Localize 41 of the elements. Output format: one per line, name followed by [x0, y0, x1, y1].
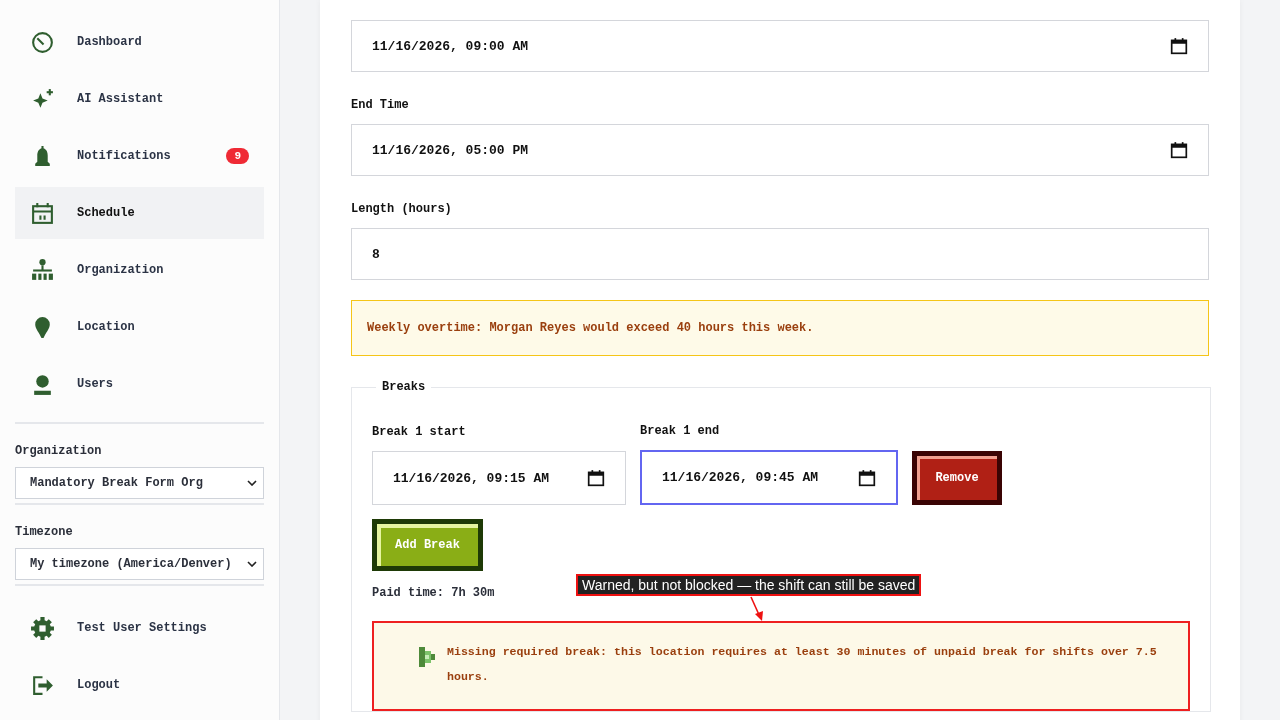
org-chart-icon	[30, 257, 55, 283]
nav-item[interactable]: Test User Settings	[15, 602, 264, 654]
nav-item[interactable]: Notifications 9	[15, 130, 264, 182]
nav-item[interactable]: Organization	[15, 244, 264, 296]
calendar-icon	[30, 200, 55, 226]
settings-icon	[30, 615, 55, 641]
nav-item[interactable]: Users	[15, 358, 264, 410]
field-label: Length (hours)	[351, 202, 453, 216]
calendar-icon	[1170, 141, 1188, 159]
dropdown-select[interactable]: Mandatory Break Form Org	[15, 467, 264, 499]
nav-item[interactable]: Location	[15, 301, 264, 353]
remove-button[interactable]: Remove	[912, 451, 1002, 505]
nav-item[interactable]: Schedule	[15, 187, 264, 239]
notification-count-badge: 9	[226, 148, 249, 164]
annotation-arrow	[749, 596, 765, 622]
number-field[interactable]: 8	[351, 228, 1209, 280]
nav-item[interactable]: Dashboard	[15, 16, 264, 68]
dropdown-select[interactable]: My timezone (America/Denver)	[15, 548, 264, 580]
field-label: End Time	[351, 98, 410, 112]
chevron-down-icon	[247, 480, 257, 486]
annotation-callout: Warned, but not blocked — the shift can still be saved	[576, 574, 922, 596]
paid-time-text: Paid time: 7h 30m	[372, 586, 495, 600]
nav-item[interactable]: Logout	[15, 659, 264, 711]
flag-icon	[417, 645, 437, 669]
warning-message: Missing required break: this location requires at least 30 minutes of unpaid break for shifts over 7.5 hours.	[447, 644, 1158, 685]
select-label: Organization	[15, 444, 103, 458]
field-label: Break 1 end	[640, 424, 721, 438]
field-label: Break 1 start	[372, 425, 467, 439]
calendar-icon	[858, 468, 876, 487]
breaks-legend: Breaks	[376, 380, 432, 394]
chevron-down-icon	[247, 561, 257, 567]
date-time-field[interactable]: 11/16/2026, 09:45 AM	[640, 450, 898, 505]
calendar-icon	[587, 469, 605, 487]
date-time-field[interactable]: 11/16/2026, 09:00 AM	[351, 20, 1209, 72]
date-time-field[interactable]: 11/16/2026, 05:00 PM	[351, 124, 1209, 176]
select-label: Timezone	[15, 525, 74, 539]
gauge-icon	[30, 29, 55, 55]
overtime-warning: Weekly overtime: Morgan Reyes would exceed 40 hours this week.	[351, 300, 1209, 356]
calendar-icon	[1170, 37, 1188, 55]
date-time-field[interactable]: 11/16/2026, 09:15 AM	[372, 451, 626, 505]
nav-item[interactable]: AI Assistant	[15, 73, 264, 125]
